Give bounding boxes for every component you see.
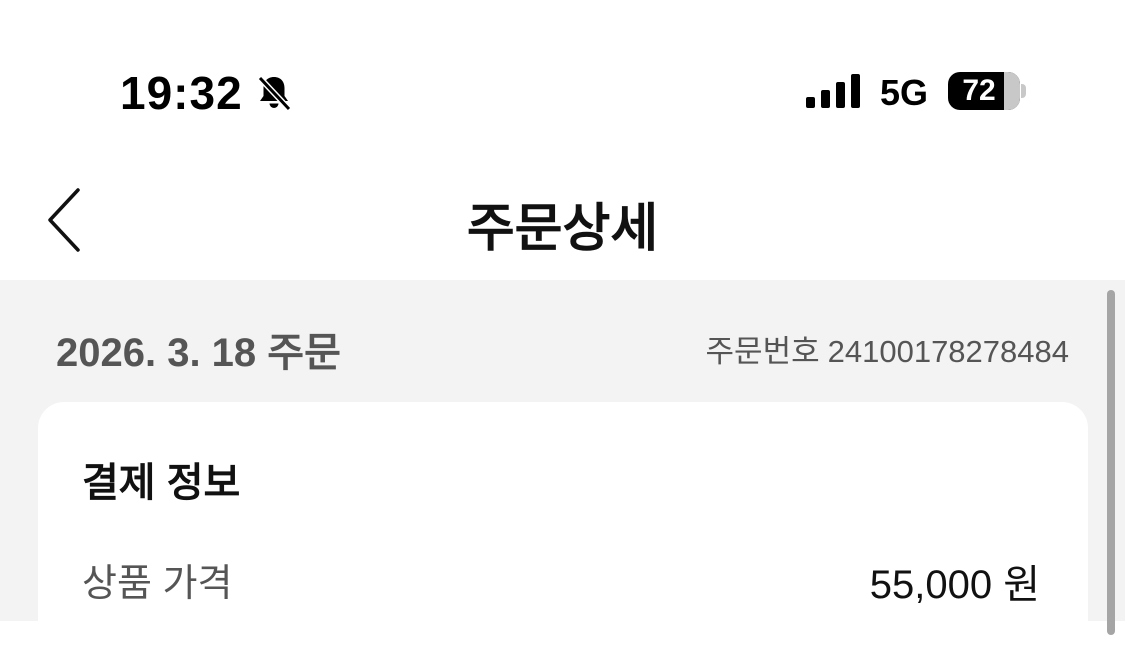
- scrollbar[interactable]: [1107, 290, 1115, 635]
- status-bar: 19:32 5G 72: [0, 0, 1125, 150]
- order-detail-content[interactable]: 2026. 3. 18 주문 주문번호 24100178278484 결제 정보 …: [0, 280, 1125, 662]
- product-price-label: 상품 가격: [82, 563, 233, 605]
- status-time: 19:32: [120, 67, 243, 119]
- product-price-value: 55,000 원: [869, 563, 1040, 607]
- network-type: 5G: [880, 72, 929, 113]
- payment-info-card: 결제 정보 상품 가격 55,000 원: [38, 402, 1088, 662]
- page-title: 주문상세: [466, 200, 659, 258]
- bell-slash-icon: [257, 75, 292, 112]
- payment-info-title: 결제 정보: [82, 461, 241, 505]
- battery-icon: 72: [948, 72, 1020, 110]
- order-date: 2026. 3. 18 주문: [56, 331, 341, 375]
- order-number-value: 24100178278484: [827, 334, 1069, 369]
- cellular-signal-icon: [806, 74, 860, 108]
- navigation-bar: 주문상세: [0, 150, 1125, 280]
- order-number-label: 주문번호: [705, 334, 820, 369]
- battery-tip: [1021, 84, 1026, 98]
- order-number: 주문번호 24100178278484: [706, 326, 1069, 371]
- battery-level: 72: [962, 74, 996, 107]
